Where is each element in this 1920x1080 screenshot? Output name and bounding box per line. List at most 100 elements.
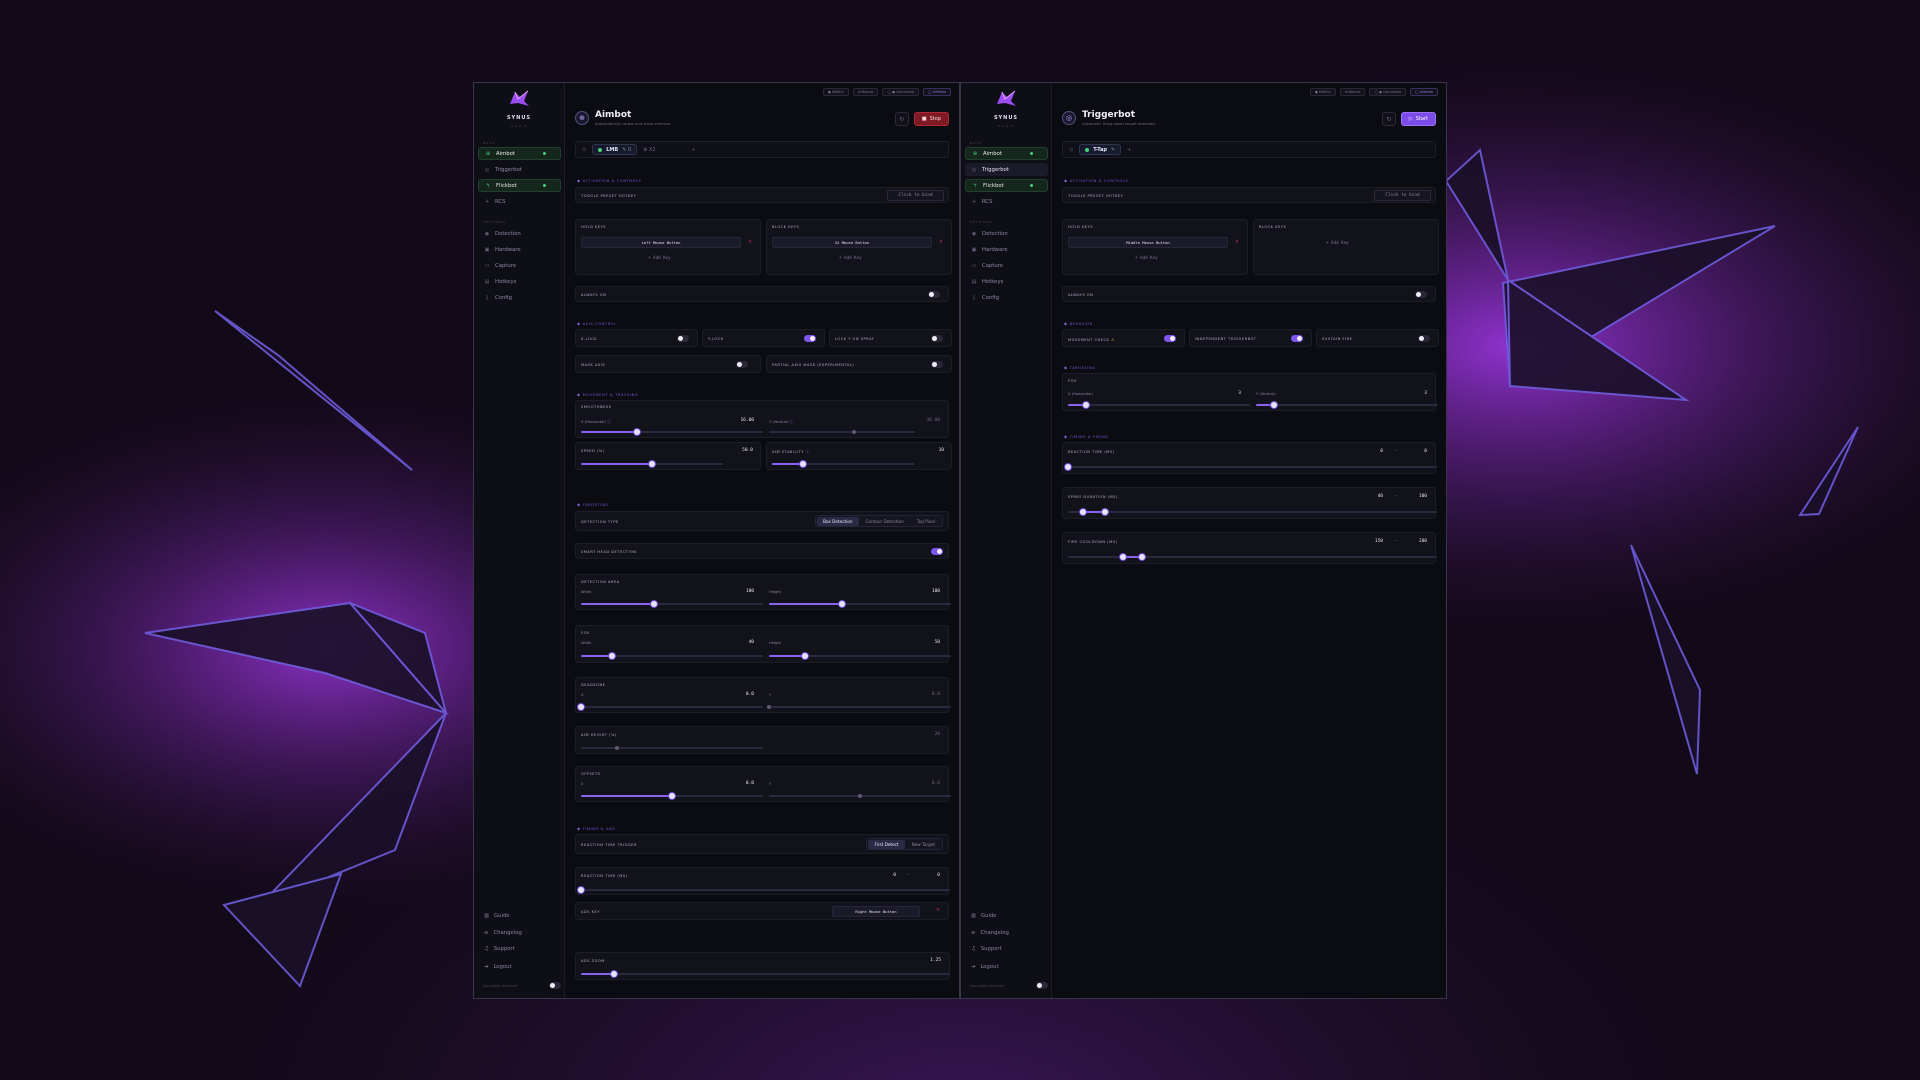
reaction-time-slider[interactable] [578, 886, 950, 893]
footer-item-logout[interactable]: ⇥ Logout [478, 960, 561, 973]
fov-x-slider[interactable] [1068, 401, 1250, 408]
footer-item-support[interactable]: ♫ Support [478, 942, 561, 955]
add-hold-key-button[interactable]: + Add Key [1135, 255, 1158, 260]
auto-update-toggle[interactable] [1036, 982, 1048, 989]
slider-knob[interactable] [634, 428, 641, 435]
option-top-pixel[interactable]: Top Pixel [911, 517, 941, 526]
option-contour-detection[interactable]: Contour Detection [860, 517, 910, 526]
ads-zoom-slider[interactable] [581, 970, 950, 977]
option-first-detect[interactable]: First Detect [868, 839, 905, 849]
option-new-target[interactable]: New Target [906, 840, 941, 849]
sidebar-item-hardware[interactable]: ▣ Hardware [478, 243, 561, 256]
slider-knob-max[interactable] [1101, 508, 1108, 515]
option-box-detection[interactable]: Box Detection [817, 516, 859, 526]
slider-knob[interactable] [615, 745, 620, 750]
sidebar-item-detection[interactable]: ◉ Detection [965, 227, 1048, 240]
aim-stability-slider[interactable] [772, 460, 914, 467]
offset-x-slider[interactable] [581, 792, 763, 799]
partial-mask-toggle[interactable] [931, 361, 943, 368]
slider-knob[interactable] [1271, 401, 1278, 408]
footer-item-logout[interactable]: ⇥ Logout [965, 960, 1048, 973]
da-width-slider[interactable] [581, 600, 763, 607]
sidebar-item-capture[interactable]: ▭ Capture [478, 259, 561, 272]
dz-x-slider[interactable] [578, 703, 763, 710]
block-key-chip[interactable]: X2 Mouse Button [772, 237, 932, 248]
remove-key-icon[interactable]: × [748, 239, 752, 245]
da-height-slider[interactable] [769, 600, 951, 607]
sidebar-item-triggerbot[interactable]: ◎ Triggerbot [965, 163, 1048, 176]
sidebar-item-config[interactable]: ▯ Config [965, 291, 1048, 304]
slider-knob[interactable] [608, 652, 615, 659]
sidebar-item-triggerbot[interactable]: ◎ Triggerbot [478, 163, 561, 176]
fov-y-slider[interactable] [1256, 401, 1438, 408]
sidebar-item-rcs[interactable]: ✛ RCS [965, 195, 1048, 208]
spray-duration-slider[interactable] [1068, 508, 1437, 515]
fire-cooldown-slider[interactable] [1068, 553, 1437, 560]
slider-knob[interactable] [802, 652, 809, 659]
add-block-key-button[interactable]: + Add Key [1326, 240, 1349, 245]
slider-knob[interactable] [800, 460, 807, 467]
reset-button[interactable]: ↻ [894, 112, 909, 126]
smart-head-toggle[interactable] [931, 548, 943, 555]
remove-key-icon[interactable]: × [939, 239, 943, 245]
sidebar-item-flickbot[interactable]: ϟ Flickbot [965, 179, 1048, 192]
click-to-bind-button[interactable]: Click to bind [887, 190, 944, 201]
sidebar-item-flickbot[interactable]: ϟ Flickbot [478, 179, 561, 192]
slider-knob[interactable] [838, 600, 845, 607]
slider-knob[interactable] [1083, 401, 1090, 408]
preset-chip-x2[interactable]: ⊕ X2 [643, 147, 655, 153]
footer-item-changelog[interactable]: ≡ Changelog [478, 926, 561, 939]
reaction-time-slider[interactable] [1065, 463, 1437, 470]
slider-knob-min[interactable] [1120, 553, 1127, 560]
sidebar-item-hotkeys[interactable]: ▤ Hotkeys [478, 275, 561, 288]
mask-axis-toggle[interactable] [736, 361, 748, 368]
click-to-bind-button[interactable]: Click to bind [1374, 190, 1431, 201]
y-lock-toggle[interactable] [804, 335, 816, 342]
sidebar-item-rcs[interactable]: ✛ RCS [478, 195, 561, 208]
stop-button[interactable]: ■ Stop [913, 112, 949, 126]
add-preset-icon[interactable]: + [692, 147, 696, 153]
sidebar-item-aimbot[interactable]: ⊕ Aimbot [965, 147, 1048, 160]
slider-knob[interactable] [611, 970, 618, 977]
always-on-toggle[interactable] [928, 291, 940, 298]
smooth-y-slider[interactable] [769, 429, 915, 434]
fov-width-slider[interactable] [581, 652, 763, 659]
hold-key-chip[interactable]: Middle Mouse Button [1068, 237, 1228, 248]
independent-trigger-toggle[interactable] [1291, 335, 1303, 342]
remove-key-icon[interactable]: × [1235, 239, 1239, 245]
sustain-fire-toggle[interactable] [1418, 335, 1430, 342]
sidebar-item-hotkeys[interactable]: ▤ Hotkeys [965, 275, 1048, 288]
slider-knob[interactable] [669, 792, 675, 799]
slider-knob-min[interactable] [1079, 508, 1086, 515]
smooth-x-slider[interactable] [581, 428, 763, 435]
x-lock-toggle[interactable] [677, 335, 689, 342]
slider-knob[interactable] [851, 429, 856, 434]
sidebar-item-aimbot[interactable]: ⊕ Aimbot [478, 147, 561, 160]
dz-y-slider[interactable] [767, 704, 951, 709]
sidebar-item-detection[interactable]: ◉ Detection [478, 227, 561, 240]
reset-button[interactable]: ↻ [1381, 112, 1396, 126]
slider-knob-min[interactable] [1065, 463, 1071, 470]
start-button[interactable]: ▷ Start [1400, 112, 1436, 126]
slider-knob[interactable] [650, 600, 657, 607]
hold-key-chip[interactable]: Left Mouse Button [581, 237, 741, 248]
preset-settings-icon[interactable]: ⊙ [582, 147, 586, 153]
auto-update-toggle[interactable] [549, 982, 561, 989]
preset-chip-ttap[interactable]: T-Tap ✎ [1079, 144, 1122, 155]
slider-knob[interactable] [858, 793, 862, 798]
sidebar-item-capture[interactable]: ▭ Capture [965, 259, 1048, 272]
footer-item-changelog[interactable]: ≡ Changelog [965, 926, 1048, 939]
footer-item-guide[interactable]: ▥ Guide [965, 909, 1048, 922]
sidebar-item-hardware[interactable]: ▣ Hardware [965, 243, 1048, 256]
ads-key-chip[interactable]: Right Mouse Button [832, 906, 920, 917]
sidebar-item-config[interactable]: ▯ Config [478, 291, 561, 304]
add-block-key-button[interactable]: + Add Key [839, 255, 862, 260]
offset-y-slider[interactable] [769, 793, 951, 798]
slider-knob[interactable] [578, 886, 584, 893]
slider-knob[interactable] [578, 703, 584, 710]
preset-settings-icon[interactable]: ⊙ [1069, 147, 1073, 153]
add-hold-key-button[interactable]: + Add Key [648, 255, 671, 260]
aim-height-slider[interactable] [581, 745, 763, 750]
add-preset-icon[interactable]: + [1127, 147, 1131, 153]
footer-item-support[interactable]: ♫ Support [965, 942, 1048, 955]
